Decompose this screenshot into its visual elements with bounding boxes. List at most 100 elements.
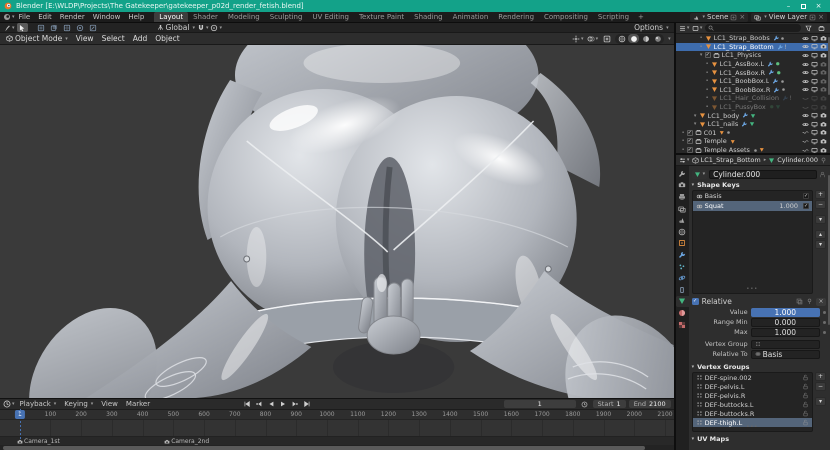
vertex-group-row-def-buttocks-r[interactable]: DEF-buttocks.R (693, 409, 812, 418)
lock-icon[interactable] (802, 392, 809, 399)
camera-toggle-icon[interactable] (820, 43, 827, 50)
outliner-row-temple[interactable]: • ✓ Temple (676, 137, 830, 146)
vertex-group-row-def-pelvis-l[interactable]: DEF-pelvis.L (693, 382, 812, 391)
screen-toggle-icon[interactable] (811, 86, 818, 93)
outliner-row-lc1-nails[interactable]: ▾ LC1_nails (676, 120, 830, 129)
shape-key-mute-checkbox[interactable]: ✓ (803, 203, 809, 209)
viewport-menu-select[interactable]: Select (98, 34, 129, 43)
screen-toggle-icon[interactable] (811, 147, 818, 153)
properties-tab-view-layer[interactable] (676, 203, 689, 215)
prev-keyframe-button[interactable] (253, 400, 264, 409)
properties-tab-physics[interactable] (676, 272, 689, 284)
outliner-row-lc1-pussybox[interactable]: • LC1_PussyBox (676, 103, 830, 112)
select-box-tool-button[interactable] (16, 23, 28, 32)
workspace-tab-sculpting[interactable]: Sculpting (265, 12, 308, 22)
animate-range-min-dot[interactable] (823, 320, 826, 324)
properties-tab-tool[interactable] (676, 168, 689, 180)
eye-toggle-icon[interactable] (802, 35, 809, 42)
camera-toggle-icon[interactable] (820, 61, 827, 68)
eye-toggle-icon[interactable] (802, 61, 809, 68)
outliner-filter-icon[interactable] (803, 24, 814, 33)
outliner-row-lc1-body[interactable]: ▾ LC1_body (676, 111, 830, 120)
use-preview-range-icon[interactable] (579, 400, 590, 409)
outliner-row-lc1-hair-collision[interactable]: • LC1_Hair_Collision! (676, 94, 830, 103)
outliner-display-mode-dropdown[interactable]: ▾ (679, 24, 690, 33)
active-tool-dropdown[interactable]: ▾ (3, 23, 15, 32)
outliner-row-lc1-boobbox-r[interactable]: • LC1_BoobBox.R (676, 86, 830, 95)
view-layer-selector[interactable]: ▾ View Layer × (751, 12, 827, 22)
menu-window[interactable]: Window (89, 13, 125, 21)
timeline-ruler[interactable]: 100 200 300 400 500 600 700 800 900 1000 1100 1200 1… (0, 410, 674, 420)
jump-end-button[interactable] (301, 400, 312, 409)
properties-tab-world[interactable] (676, 226, 689, 238)
move-tool-button[interactable] (36, 23, 47, 32)
shape-key-value[interactable]: 1.000 (779, 202, 798, 210)
workspace-tab-modeling[interactable]: Modeling (223, 12, 265, 22)
outliner-row-lc1-strap-bottom[interactable]: • LC1_Strap_Bottom! (675, 42, 830, 52)
shape-key-mute-checkbox[interactable]: ✓ (803, 193, 809, 199)
new-scene-icon[interactable] (730, 14, 737, 21)
collection-checkbox[interactable]: ✓ (686, 147, 693, 153)
camera-toggle-icon[interactable] (820, 95, 827, 102)
camera-toggle-icon[interactable] (820, 112, 827, 119)
add-workspace-button[interactable]: + (634, 13, 648, 21)
vertex-groups-panel-header[interactable]: ▾ Vertex Groups (692, 362, 826, 372)
list-resize-grip[interactable]: ••• (746, 424, 758, 430)
rotate-tool-button[interactable] (49, 23, 60, 32)
shape-key-row-basis[interactable]: Basis ✓ (693, 191, 812, 201)
relative-to-field[interactable]: Basis (750, 349, 820, 359)
collection-checkbox[interactable]: ✓ (686, 138, 693, 145)
menu-render[interactable]: Render (56, 13, 89, 21)
lock-icon[interactable] (802, 419, 809, 426)
transform-orientation-dropdown[interactable]: Global ▾ (157, 23, 195, 32)
expand-caret-icon[interactable]: ▾ (692, 121, 699, 127)
lock-icon[interactable] (802, 383, 809, 390)
eye-toggle-icon[interactable] (802, 121, 809, 128)
outliner-row-lc1-assbox-r[interactable]: • LC1_AssBox.R (676, 68, 830, 77)
proportional-editing-button[interactable]: ▾ (210, 23, 222, 32)
snap-toggle-button[interactable]: ▾ (197, 23, 208, 32)
timeline-menu-view[interactable]: View (97, 400, 122, 408)
camera-toggle-icon[interactable] (820, 35, 827, 42)
timeline-editor-type-dropdown[interactable]: ▾ (3, 400, 15, 409)
link-toggle-icon[interactable] (802, 138, 809, 145)
camera-toggle-icon[interactable] (820, 121, 827, 128)
screen-toggle-icon[interactable] (811, 121, 818, 128)
mesh-data-dropdown[interactable]: ▾ (691, 169, 708, 179)
close-button[interactable]: × (811, 0, 826, 12)
shape-key-specials-dropdown[interactable]: ▾ (815, 215, 826, 224)
screen-toggle-icon[interactable] (811, 35, 818, 42)
screen-toggle-icon[interactable] (811, 61, 818, 68)
add-vertex-group-button[interactable]: + (815, 372, 826, 381)
menu-help[interactable]: Help (124, 13, 148, 21)
maximize-button[interactable] (796, 0, 811, 12)
mode-dropdown[interactable]: Object Mode ▾ (3, 34, 71, 43)
shape-key-lock-icon[interactable] (806, 298, 813, 305)
next-keyframe-button[interactable] (289, 400, 300, 409)
gizmos-dropdown[interactable]: ▾ (572, 34, 584, 43)
outliner-row-lc1-assbox-l[interactable]: • LC1_AssBox.L (676, 60, 830, 69)
shading-wireframe-button[interactable] (616, 34, 627, 43)
vertex-group-row-def-spine-002[interactable]: DEF-spine.002 (693, 373, 812, 382)
screen-toggle-icon[interactable] (811, 43, 818, 50)
properties-tab-scene[interactable] (676, 214, 689, 226)
shading-material-button[interactable] (640, 34, 651, 43)
vertex-group-row-def-buttocks-l[interactable]: DEF-buttocks.L (693, 400, 812, 409)
outliner-new-collection-icon[interactable] (816, 24, 827, 33)
workspace-tab-shader[interactable]: Shader (188, 12, 223, 22)
marker-camera-2nd[interactable]: Camera_2nd (164, 438, 209, 445)
blender-menu-icon[interactable]: ▾ (3, 13, 15, 22)
pin-id-icon[interactable] (820, 157, 827, 164)
list-resize-grip[interactable]: ••• (746, 286, 758, 292)
viewport-menu-object[interactable]: Object (151, 34, 183, 43)
unlink-scene-icon[interactable]: × (739, 13, 745, 21)
screen-toggle-icon[interactable] (811, 95, 818, 102)
outliner-sync-dropdown[interactable]: ▾ (692, 24, 703, 33)
screen-toggle-icon[interactable] (811, 69, 818, 76)
range-min-field[interactable]: 0.000 (750, 317, 820, 327)
viewport-menu-view[interactable]: View (72, 34, 98, 43)
screen-toggle-icon[interactable] (811, 112, 818, 119)
mesh-name-field[interactable]: Cylinder.000 (709, 169, 817, 179)
lock-icon[interactable] (802, 401, 809, 408)
viewport-canvas[interactable] (0, 45, 674, 398)
